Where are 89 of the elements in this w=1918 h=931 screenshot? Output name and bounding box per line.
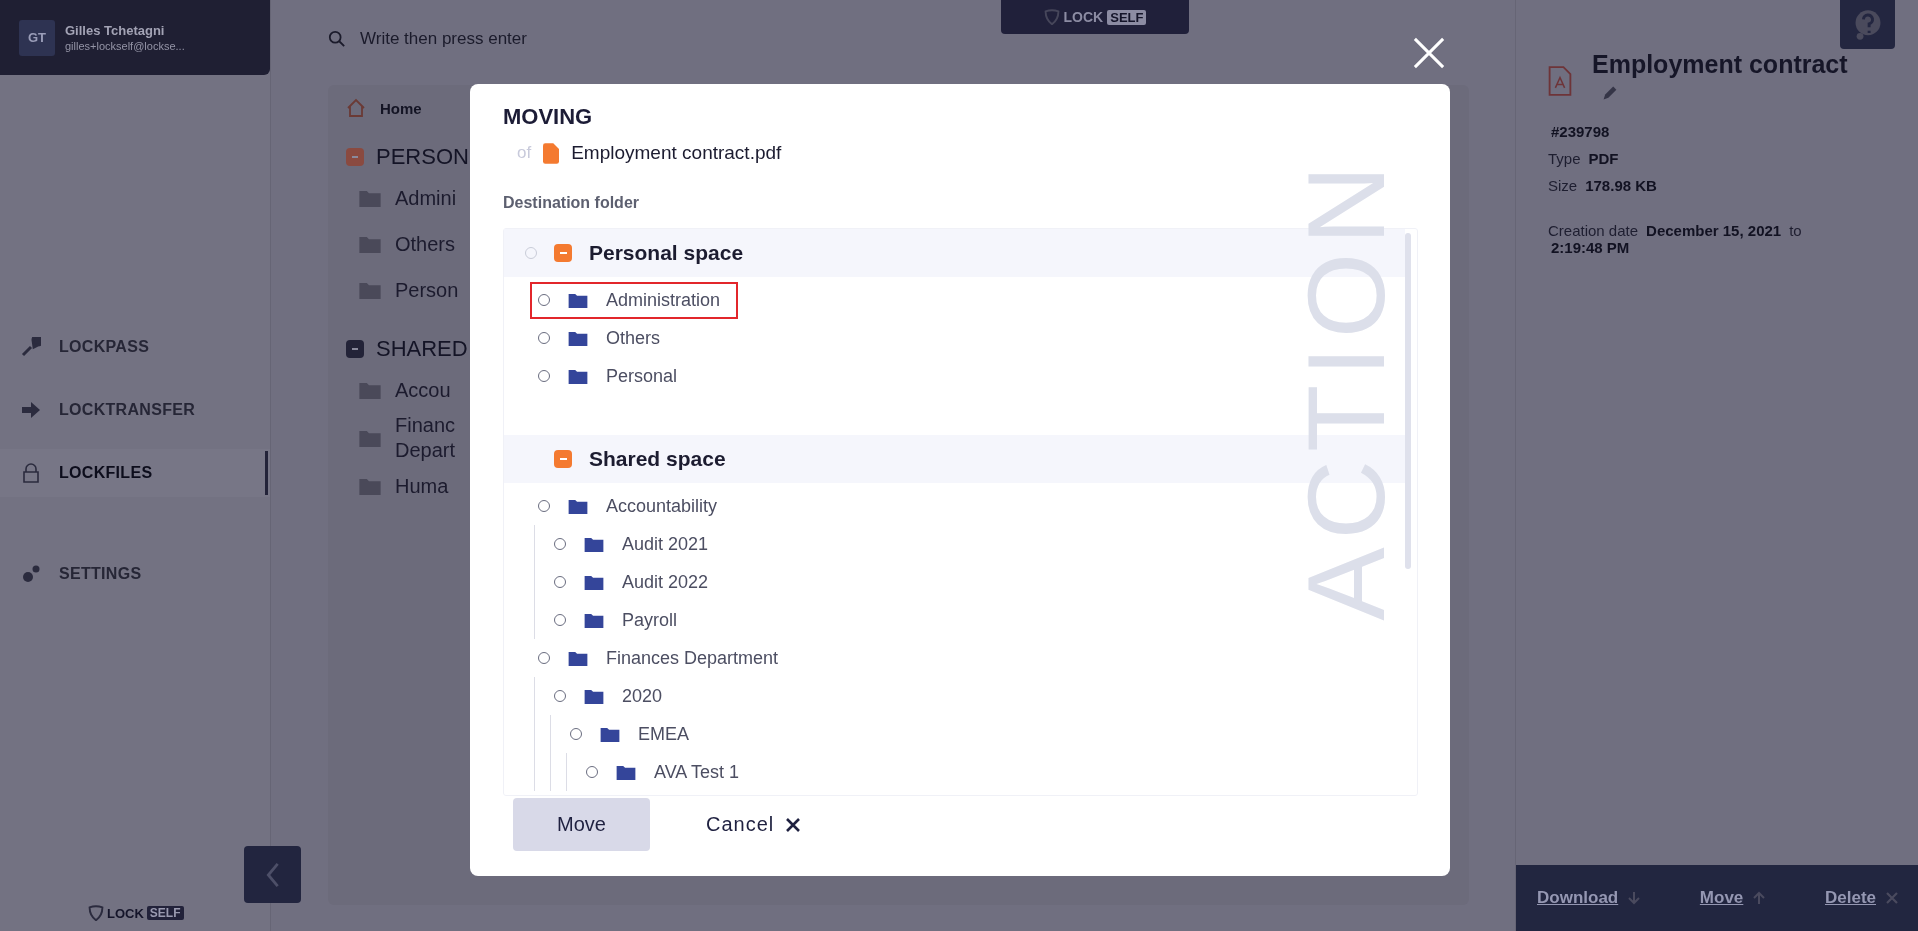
folder-name[interactable]: Financ [395, 413, 456, 438]
folder-name[interactable]: Admini [395, 185, 457, 211]
folder-icon [359, 381, 381, 399]
highlighted-folder[interactable]: Administration [530, 281, 739, 319]
folder-option[interactable]: Audit 2022 [546, 563, 727, 601]
folder-name[interactable]: Person [395, 277, 459, 303]
destination-label: Destination folder [503, 194, 640, 212]
date-joiner: to [1789, 222, 1802, 239]
close-icon [786, 817, 801, 832]
folder-icon [568, 498, 588, 514]
folder-icon [584, 612, 604, 628]
field-value: 2:19:48 PM [1550, 239, 1631, 256]
arrow-up-icon [1753, 891, 1766, 905]
file-name: Employment contract.pdf [571, 142, 782, 164]
folder-option[interactable]: Finances Department [530, 639, 797, 677]
folder-icon [359, 281, 381, 299]
folder-icon [568, 368, 588, 384]
field-label: Creation date [1548, 222, 1639, 239]
logo-text: LOCK [107, 905, 144, 921]
key-icon [21, 337, 41, 357]
space-title: Personal space [589, 241, 744, 265]
folder-icon [568, 292, 588, 308]
pdf-file-icon [1548, 66, 1572, 96]
folder-icon [616, 764, 636, 780]
arrow-right-icon [21, 400, 41, 420]
search-icon [328, 30, 346, 48]
logo-badge: SELF [146, 906, 184, 920]
folder-icon [359, 189, 381, 207]
field-label: Type [1548, 150, 1581, 167]
folder-name[interactable]: Depart [395, 438, 456, 463]
user-name: Gilles Tchetagni [65, 23, 166, 38]
user-email: gilles+lockself@lockse... [65, 40, 185, 52]
nav-item[interactable]: LOCKTRANSFER [0, 386, 270, 434]
cancel-button[interactable]: Cancel [700, 812, 807, 837]
action-link[interactable]: Delete [1824, 888, 1898, 908]
folder-option[interactable]: AVA Test 1 [578, 753, 758, 791]
space-title: Shared space [589, 447, 726, 471]
folder-name[interactable]: Huma [395, 473, 449, 499]
search-field[interactable]: Write then press enter [358, 28, 722, 50]
nav-item[interactable]: LOCKPASS [0, 323, 270, 371]
section-title: SHARED [376, 336, 468, 362]
field-value: PDF [1588, 150, 1619, 167]
folder-icon [584, 688, 604, 704]
file-title: Employment contract [1592, 50, 1848, 79]
shield-icon [88, 905, 104, 921]
collapse-icon[interactable] [554, 450, 572, 468]
folder-option[interactable]: Audit 2021 [546, 525, 727, 563]
folder-icon [359, 477, 381, 495]
user-avatar: GT [19, 19, 55, 56]
home-icon [346, 98, 366, 118]
folder-icon [568, 330, 588, 346]
folder-icon [359, 235, 381, 253]
nav-item[interactable]: LOCKFILES [0, 449, 270, 497]
file-id: #239798 [1550, 123, 1611, 140]
folder-name[interactable]: Accou [395, 377, 451, 403]
field-value: December 15, 2021 [1646, 222, 1782, 239]
action-link[interactable]: Download [1537, 888, 1641, 908]
folder-icon [584, 574, 604, 590]
folder-icon [600, 726, 620, 742]
close-icon[interactable] [1413, 37, 1445, 69]
close-icon [1886, 891, 1898, 905]
nav-item[interactable]: SETTINGS [0, 550, 270, 598]
folder-option[interactable]: Others [530, 319, 679, 357]
field-label: Size [1548, 177, 1578, 194]
action-link[interactable]: Move [1699, 888, 1766, 908]
logo-badge: SELF [1107, 9, 1147, 25]
pencil-icon[interactable] [1602, 85, 1618, 101]
move-button[interactable]: Move [513, 798, 650, 851]
shield-icon [1043, 9, 1060, 25]
folder-icon [584, 536, 604, 552]
collapse-icon[interactable] [346, 340, 364, 358]
folder-icon [359, 429, 381, 447]
folder-option[interactable]: Accountability [530, 487, 736, 525]
folder-icon [568, 650, 588, 666]
folder-name[interactable]: Others [395, 231, 456, 257]
breadcrumb-link[interactable]: Home [380, 99, 422, 117]
collapse-icon[interactable] [554, 244, 572, 262]
folder-option[interactable]: 2020 [546, 677, 681, 715]
folder-option[interactable]: Personal [530, 357, 696, 395]
logo-text: LOCK [1063, 9, 1104, 25]
dialog-title: MOVING [503, 104, 594, 130]
file-icon [543, 142, 560, 164]
arrow-down-icon [1628, 891, 1641, 905]
lock-icon [21, 463, 41, 483]
folder-option[interactable]: EMEA [562, 715, 707, 753]
section-title: PERSON [376, 144, 469, 170]
field-value: 178.98 KB [1585, 177, 1657, 194]
scrollbar-thumb[interactable] [1405, 233, 1411, 569]
folder-option[interactable]: Payroll [546, 601, 696, 639]
